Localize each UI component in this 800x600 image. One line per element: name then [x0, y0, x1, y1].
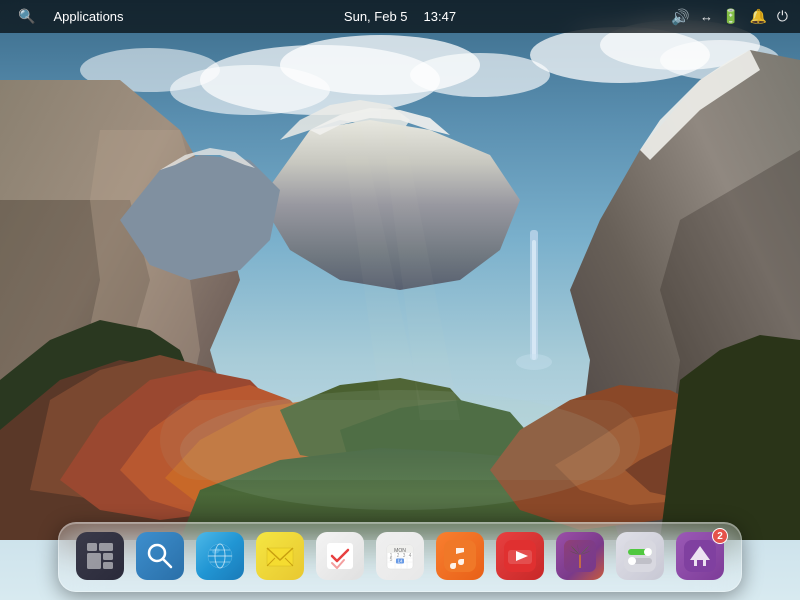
- music-icon: [436, 532, 484, 580]
- multitasking-icon: [76, 532, 124, 580]
- menubar-right: 🔊 ↔ 🔋 🔔 ⏻: [671, 8, 788, 26]
- photos-icon: [556, 532, 604, 580]
- dock-item-calendar[interactable]: MON 1 2 3 4 5 14: [373, 529, 427, 583]
- store-icon: 2: [676, 532, 724, 580]
- dock-item-mail[interactable]: [253, 529, 307, 583]
- applications-menu[interactable]: Applications: [47, 7, 129, 26]
- dock: MON 1 2 3 4 5 14: [58, 522, 742, 592]
- power-icon[interactable]: ⏻: [777, 8, 788, 25]
- dock-item-toggle[interactable]: [613, 529, 667, 583]
- svg-text:3: 3: [403, 553, 406, 559]
- wallpaper: [0, 0, 800, 600]
- volume-icon[interactable]: 🔊: [671, 8, 690, 26]
- notification-icon[interactable]: 🔔: [749, 8, 766, 25]
- dock-item-video[interactable]: [493, 529, 547, 583]
- search-icon[interactable]: 🔍: [12, 6, 41, 27]
- dock-container: MON 1 2 3 4 5 14: [58, 522, 742, 592]
- dock-item-music[interactable]: [433, 529, 487, 583]
- toggle-icon: [616, 532, 664, 580]
- dock-item-tasks[interactable]: [313, 529, 367, 583]
- dock-item-multitasking[interactable]: [73, 529, 127, 583]
- network-icon[interactable]: ↔: [700, 9, 712, 24]
- tasks-icon: [316, 532, 364, 580]
- mail-icon: [256, 532, 304, 580]
- dock-item-browser[interactable]: [193, 529, 247, 583]
- menubar-left: 🔍 Applications: [12, 6, 130, 27]
- dock-item-search[interactable]: [133, 529, 187, 583]
- browser-icon: [196, 532, 244, 580]
- video-icon: [496, 532, 544, 580]
- svg-text:14: 14: [397, 559, 403, 564]
- dock-item-store[interactable]: 2: [673, 529, 727, 583]
- time-display: 13:47: [424, 9, 457, 24]
- menubar-center: Sun, Feb 5 13:47: [344, 9, 456, 24]
- battery-icon[interactable]: 🔋: [722, 8, 739, 25]
- menubar: 🔍 Applications Sun, Feb 5 13:47 🔊 ↔ 🔋 🔔 …: [0, 0, 800, 33]
- svg-text:5: 5: [390, 557, 393, 563]
- dock-item-photos[interactable]: [553, 529, 607, 583]
- store-badge: 2: [712, 528, 728, 544]
- calendar-icon: MON 1 2 3 4 5 14: [376, 532, 424, 580]
- date-display: Sun, Feb 5: [344, 9, 408, 24]
- svg-text:4: 4: [409, 553, 412, 559]
- search-dock-icon: [136, 532, 184, 580]
- desktop: 🔍 Applications Sun, Feb 5 13:47 🔊 ↔ 🔋 🔔 …: [0, 0, 800, 600]
